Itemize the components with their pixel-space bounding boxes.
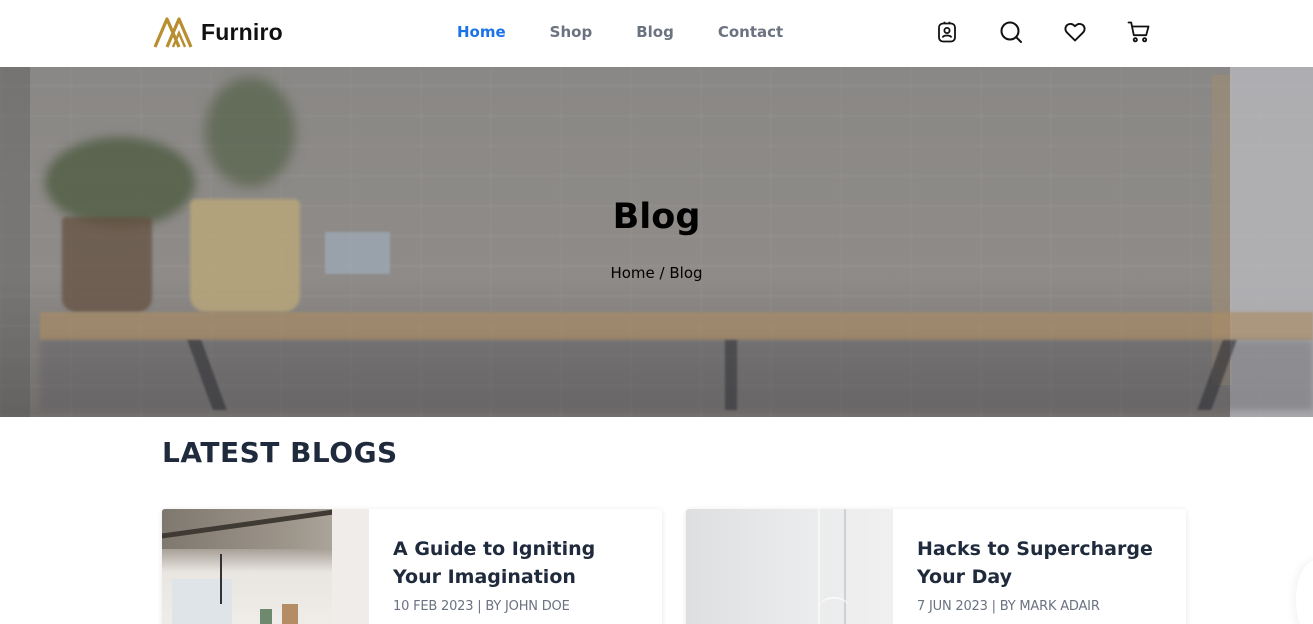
blog-card[interactable]: A Guide to Igniting Your Imagination 10 … <box>162 509 662 624</box>
cart-icon[interactable] <box>1126 19 1152 45</box>
floating-widget[interactable] <box>1296 560 1313 624</box>
breadcrumb[interactable]: Home / Blog <box>0 264 1313 282</box>
shelf-bracket <box>725 340 737 410</box>
search-icon[interactable] <box>998 19 1024 45</box>
blog-card-body: Hacks to Supercharge Your Day 7 JUN 2023… <box>917 535 1172 614</box>
blog-card[interactable]: Hacks to Supercharge Your Day 7 JUN 2023… <box>686 509 1186 624</box>
blog-title-link[interactable]: Hacks to Supercharge Your Day <box>917 535 1172 591</box>
nav-blog-link[interactable]: Blog <box>636 22 674 42</box>
blog-meta: 10 FEB 2023 | BY JOHN DOE <box>393 599 570 614</box>
blog-thumbnail[interactable] <box>686 509 893 624</box>
latest-blogs-heading: LATEST BLOGS <box>162 436 398 469</box>
furniro-logo-icon <box>153 17 193 48</box>
brand-name: Furniro <box>201 18 283 45</box>
nav-contact-link[interactable]: Contact <box>718 22 783 42</box>
account-icon[interactable] <box>934 19 960 45</box>
blog-meta: 7 JUN 2023 | BY MARK ADAIR <box>917 599 1100 614</box>
main-nav: Home Shop Blog Contact <box>457 22 827 42</box>
wooden-shelf <box>40 312 1313 340</box>
nav-shop-link[interactable]: Shop <box>550 22 593 42</box>
blog-title-link[interactable]: A Guide to Igniting Your Imagination <box>393 535 648 591</box>
brand-logo[interactable]: Furniro <box>153 16 283 48</box>
plant-leaves <box>205 77 295 187</box>
blog-card-body: A Guide to Igniting Your Imagination 10 … <box>393 535 648 614</box>
site-header: Furniro Home Shop Blog Contact <box>0 0 1313 67</box>
blog-hero-banner: Blog Home / Blog <box>0 67 1313 417</box>
nav-home-link[interactable]: Home <box>457 22 506 42</box>
header-actions <box>934 19 1190 45</box>
blog-thumbnail[interactable] <box>162 509 369 624</box>
page-title: Blog <box>612 197 701 237</box>
heart-icon[interactable] <box>1062 19 1088 45</box>
